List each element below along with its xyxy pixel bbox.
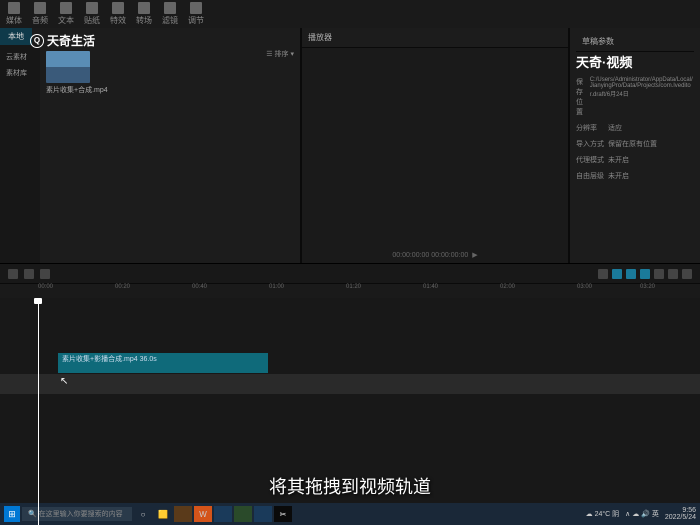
play-icon[interactable]: ▶ (472, 251, 477, 259)
top-menu: 媒体 音频 文本 贴纸 特效 转场 滤镜 调节 (0, 0, 700, 28)
brand-title: 天奇·视频 (576, 52, 694, 71)
media-panel: 本地 云素材 素材库 ☰ 排序 ▾ 素片收集+合成.mp4 (0, 28, 300, 263)
playhead[interactable] (38, 298, 39, 525)
zoom-fit-icon[interactable] (682, 269, 692, 279)
menu-effects[interactable]: 特效 (110, 2, 126, 26)
menu-media[interactable]: 媒体 (6, 2, 22, 26)
clock-time[interactable]: 9:56 (665, 507, 696, 514)
tool-c[interactable] (640, 269, 650, 279)
preview-time: 00:00:00:00 00:00:00:00 (392, 252, 468, 259)
menu-filter[interactable]: 滤镜 (162, 2, 178, 26)
preview-title: 播放器 (302, 28, 568, 48)
subtitle-text: 将其拖拽到视频轨道 (269, 473, 431, 499)
clock-date[interactable]: 2022/5/24 (665, 514, 696, 521)
tool-undo[interactable] (40, 269, 50, 279)
watermark: Q 天奇生活 (30, 32, 95, 49)
media-sidebar: 云素材 素材库 (0, 45, 40, 263)
taskbar-app1[interactable]: 🟨 (154, 506, 172, 522)
tab-local[interactable]: 本地 (0, 28, 32, 45)
menu-text[interactable]: 文本 (58, 2, 74, 26)
sort-button[interactable]: ☰ 排序 ▾ (266, 49, 294, 59)
taskbar: ⊞ 🔍 在这里输入你要搜索的内容 ○ 🟨 W ✂ ☁ 24°C 阴 ∧ ☁ 🔊 … (0, 503, 700, 525)
taskbar-cortana[interactable]: ○ (134, 506, 152, 522)
menu-audio[interactable]: 音频 (32, 2, 48, 26)
weather[interactable]: ☁ 24°C 阴 (586, 509, 620, 519)
taskbar-app5[interactable] (234, 506, 252, 522)
taskbar-app4[interactable] (214, 506, 232, 522)
menu-sticker[interactable]: 贴纸 (84, 2, 100, 26)
tool-a[interactable] (612, 269, 622, 279)
properties-title: 草稿参数 (576, 32, 694, 52)
start-button[interactable]: ⊞ (4, 506, 20, 522)
tool-select[interactable] (8, 269, 18, 279)
taskbar-app2[interactable] (174, 506, 192, 522)
taskbar-jianying[interactable]: ✂ (274, 506, 292, 522)
tool-mic[interactable] (598, 269, 608, 279)
taskbar-app3[interactable]: W (194, 506, 212, 522)
tool-cut[interactable] (24, 269, 34, 279)
sidebar-cloud[interactable]: 云素材 (2, 49, 38, 65)
taskbar-app6[interactable] (254, 506, 272, 522)
preview-panel: 播放器 00:00:00:00 00:00:00:00 ▶ (302, 28, 568, 263)
tool-b[interactable] (626, 269, 636, 279)
zoom-in-icon[interactable] (668, 269, 678, 279)
watermark-icon: Q (30, 34, 44, 48)
sidebar-library[interactable]: 素材库 (2, 65, 38, 81)
properties-panel: 草稿参数 天奇·视频 保存位置C:/Users/Administrator/Ap… (570, 28, 700, 263)
media-thumbnail[interactable] (46, 51, 90, 83)
menu-adjust[interactable]: 调节 (188, 2, 204, 26)
preview-controls: 00:00:00:00 00:00:00:00 ▶ (392, 251, 477, 259)
dragging-clip[interactable]: 素片收集+影播合成.mp4 36.0s (58, 353, 268, 373)
zoom-out-icon[interactable] (654, 269, 664, 279)
menu-transition[interactable]: 转场 (136, 2, 152, 26)
timeline-ruler[interactable]: 00:00 00:20 00:40 01:00 01:20 01:40 02:0… (0, 284, 700, 298)
thumbnail-label: 素片收集+合成.mp4 (46, 85, 294, 95)
tray-icons[interactable]: ∧ ☁ 🔊 英 (625, 509, 659, 519)
video-track[interactable] (0, 374, 700, 394)
